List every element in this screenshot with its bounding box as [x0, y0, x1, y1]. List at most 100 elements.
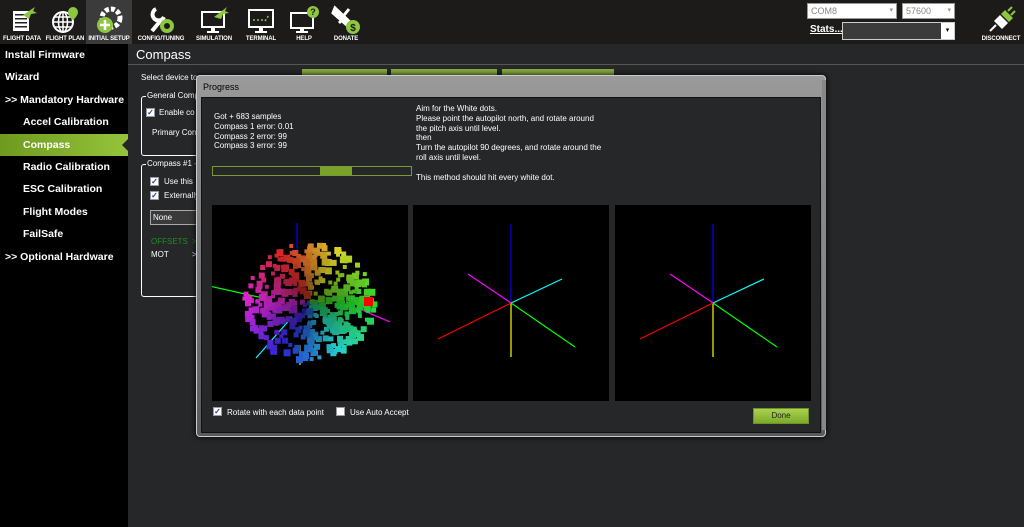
sample-point: [366, 289, 371, 294]
flight-plan-icon: [52, 7, 78, 33]
sample-point: [289, 244, 294, 248]
sample-point: [319, 267, 326, 273]
nav-help[interactable]: ? HELP: [284, 0, 324, 44]
sidebar-item-label: FailSafe: [23, 228, 64, 240]
scrollbar[interactable]: [822, 80, 826, 430]
sidebar-item-wizard[interactable]: Wizard: [0, 66, 128, 88]
sample-point: [313, 252, 318, 257]
sample-point: [321, 278, 325, 283]
port-select[interactable]: COM8 ▾: [807, 3, 897, 19]
external-compass-checkbox[interactable]: ✓: [150, 191, 159, 200]
sample-point: [294, 312, 300, 318]
donate-icon: $: [331, 5, 360, 34]
sidebar-item-accel-calibration[interactable]: Accel Calibration: [0, 111, 128, 133]
sample-point: [292, 288, 298, 294]
sidebar-item-mandatory-hardware[interactable]: >> Mandatory Hardware: [0, 89, 128, 111]
done-button[interactable]: Done: [753, 408, 809, 424]
sidebar-item-label: ESC Calibration: [23, 183, 103, 195]
chevron-down-icon: ▾: [889, 7, 893, 14]
sample-point: [314, 343, 321, 350]
sample-point: [348, 341, 353, 346]
nav-donate[interactable]: $ DONATE: [326, 0, 366, 44]
sample-point: [287, 256, 294, 263]
sample-point: [279, 318, 286, 325]
sample-point: [280, 273, 285, 279]
nav-initial-setup[interactable]: INITIAL SETUP: [86, 0, 132, 44]
sample-point: [357, 333, 364, 341]
sample-point: [355, 270, 360, 275]
sample-point: [323, 320, 328, 325]
sidebar-item-install-firmware[interactable]: Install Firmware: [0, 44, 128, 66]
nav-config-tuning[interactable]: CONFIG/TUNING: [134, 0, 188, 44]
sample-point: [279, 334, 284, 339]
rotate-checkbox[interactable]: ✓: [213, 407, 222, 416]
sample-point: [298, 279, 306, 287]
sample-point: [341, 327, 348, 334]
sample-point: [336, 277, 341, 282]
sample-point: [349, 300, 355, 306]
sample-point: [308, 338, 313, 344]
sample-point: [298, 325, 303, 330]
use-compass-label: Use this: [164, 177, 193, 186]
sample-point: [301, 314, 305, 319]
use-compass-checkbox[interactable]: ✓: [150, 177, 159, 186]
sidebar-item-optional-hardware[interactable]: >> Optional Hardware: [0, 246, 128, 268]
progress-dialog: Progress Got + 683 samples Compass 1 err…: [196, 75, 826, 437]
sample-point: [264, 284, 269, 289]
sidebar-item-esc-calibration[interactable]: ESC Calibration: [0, 178, 128, 200]
nav-label: FLIGHT DATA: [2, 36, 41, 42]
sample-point: [274, 329, 280, 335]
sample-point: [277, 297, 285, 305]
sample-point: [275, 276, 280, 281]
simulation-icon: [201, 7, 229, 33]
nav-flight-data[interactable]: FLIGHT DATA: [0, 0, 44, 44]
enable-compass-checkbox[interactable]: ✓: [146, 108, 155, 117]
sample-point: [252, 306, 260, 314]
stats-link[interactable]: Stats...: [810, 24, 843, 35]
nav-label: SIMULATION: [196, 36, 232, 42]
sample-point: [337, 310, 343, 316]
svg-text:?: ?: [310, 7, 316, 17]
baud-select[interactable]: 57600 ▾: [902, 3, 955, 19]
axis-left-front: [437, 302, 512, 340]
sample-point: [344, 311, 350, 317]
nav-terminal[interactable]: TERMINAL: [240, 0, 282, 44]
sample-point: [274, 337, 281, 344]
sample-point: [263, 335, 269, 341]
disconnect-label: DISCONNECT: [981, 36, 1021, 42]
sample-point: [266, 344, 272, 350]
enable-compass-label: Enable co: [159, 108, 195, 117]
nav-label: CONFIG/TUNING: [137, 36, 185, 42]
sample-point: [317, 355, 322, 360]
sample-point: [244, 311, 250, 317]
select-device-label: Select device to: [141, 73, 198, 82]
sidebar-item-failsafe[interactable]: FailSafe: [0, 223, 128, 245]
sample-point: [317, 244, 322, 249]
nav-simulation[interactable]: SIMULATION: [192, 0, 236, 44]
disconnect-button[interactable]: DISCONNECT: [978, 0, 1024, 44]
divider: [128, 64, 1024, 65]
sidebar-item-label: Accel Calibration: [23, 116, 109, 128]
external-compass-label: Externally: [164, 191, 200, 200]
auto-accept-checkbox[interactable]: [336, 407, 345, 416]
sample-point: [320, 330, 325, 335]
sample-point: [341, 345, 347, 350]
sample-point: [328, 336, 334, 342]
sidebar-item-compass[interactable]: Compass: [0, 134, 128, 156]
sample-point: [334, 247, 342, 254]
dialog-body: Got + 683 samples Compass 1 error: 0.01 …: [201, 97, 821, 433]
sample-point: [293, 332, 299, 338]
stats-select[interactable]: ▾: [842, 22, 955, 40]
dialog-title: Progress: [203, 82, 240, 92]
nav-flight-plan[interactable]: FLIGHT PLAN: [44, 0, 86, 44]
sample-point: [266, 261, 272, 268]
help-icon: ?: [290, 6, 319, 33]
sample-point: [301, 267, 306, 272]
sample-point: [365, 307, 371, 313]
orientation-value: None: [153, 213, 173, 222]
sidebar-item-flight-modes[interactable]: Flight Modes: [0, 201, 128, 223]
sidebar-item-radio-calibration[interactable]: Radio Calibration: [0, 156, 128, 178]
sample-point: [289, 317, 297, 325]
mot-label: MOT: [151, 250, 169, 259]
axis-gizmo: [639, 224, 778, 357]
